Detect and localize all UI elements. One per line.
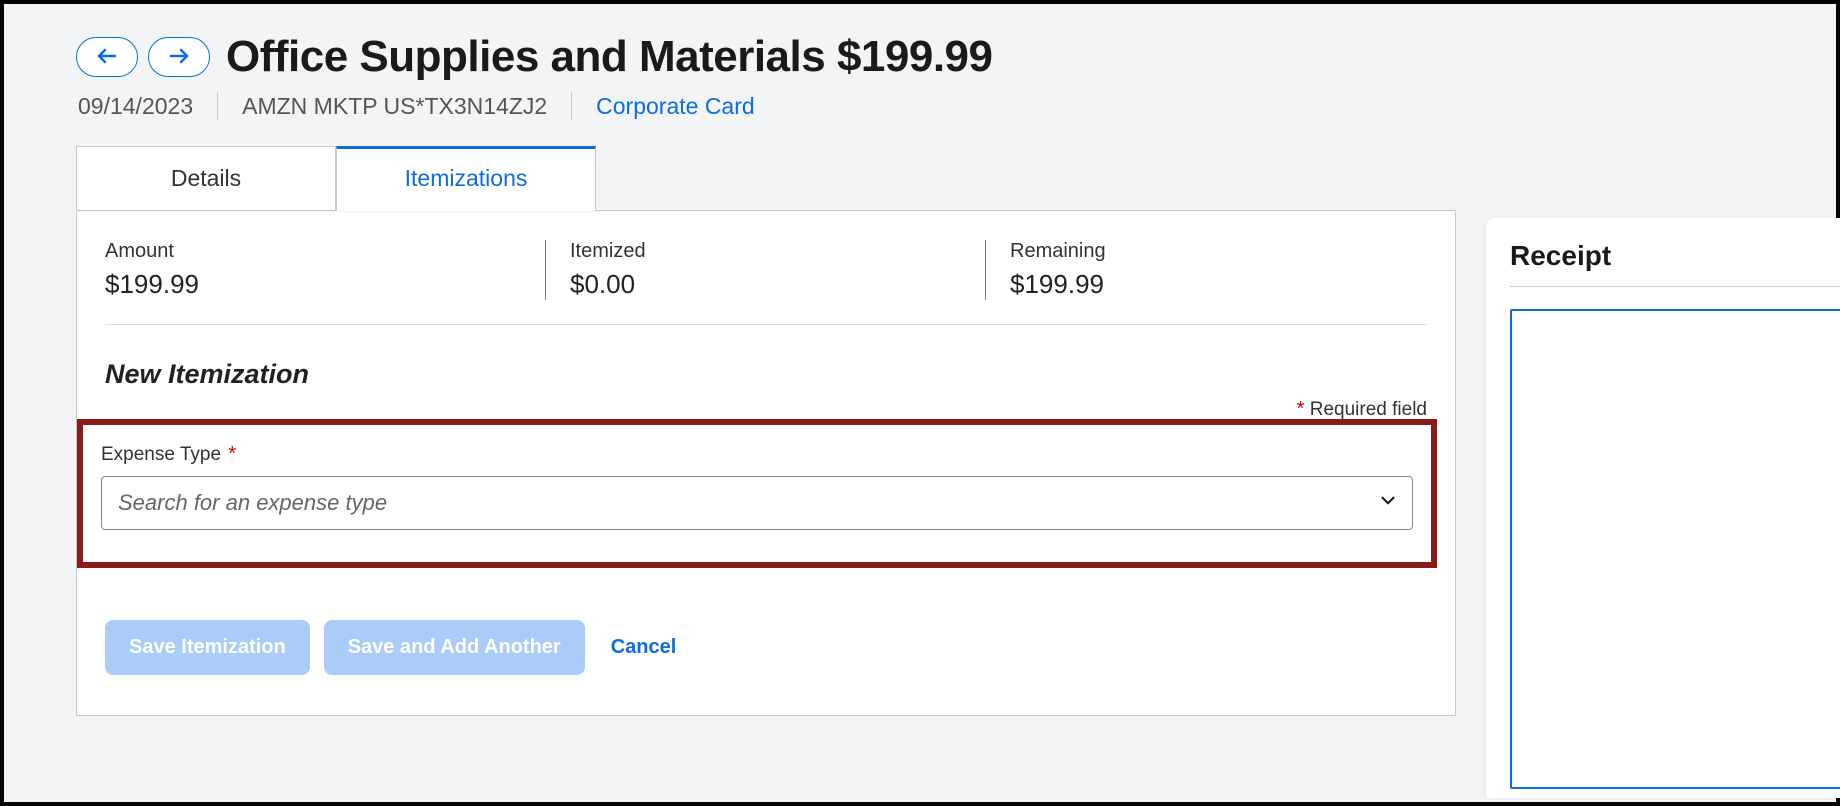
divider (217, 92, 218, 120)
prev-button[interactable] (76, 37, 138, 77)
expense-meta: 09/14/2023 AMZN MKTP US*TX3N14ZJ2 Corpor… (76, 92, 1840, 120)
summary-amount: Amount $199.99 (105, 240, 545, 300)
summary-itemized-value: $0.00 (570, 269, 945, 300)
page-title: Office Supplies and Materials $199.99 (226, 32, 993, 82)
arrow-left-icon (95, 44, 119, 71)
expense-merchant: AMZN MKTP US*TX3N14ZJ2 (242, 93, 547, 120)
required-legend-text: Required field (1310, 399, 1427, 420)
receipt-dropzone[interactable] (1510, 309, 1840, 789)
divider (571, 92, 572, 120)
summary-itemized: Itemized $0.00 (545, 240, 985, 300)
save-itemization-button[interactable]: Save Itemization (105, 620, 310, 675)
expense-type-input[interactable] (101, 476, 1413, 530)
summary-remaining: Remaining $199.99 (985, 240, 1146, 300)
summary-amount-label: Amount (105, 240, 505, 263)
next-button[interactable] (148, 37, 210, 77)
expense-type-highlight: Expense Type * (77, 419, 1437, 568)
expense-type-combo[interactable] (101, 476, 1413, 530)
receipt-panel: Receipt (1486, 218, 1840, 798)
summary-row: Amount $199.99 Itemized $0.00 Remaining … (105, 212, 1427, 325)
summary-itemized-label: Itemized (570, 240, 945, 263)
summary-amount-value: $199.99 (105, 269, 505, 300)
required-legend: * Required field (105, 398, 1427, 421)
expense-type-label: Expense Type * (101, 443, 1413, 466)
expense-type-label-text: Expense Type (101, 444, 221, 465)
tab-details[interactable]: Details (76, 146, 336, 211)
receipt-title: Receipt (1510, 240, 1840, 287)
tab-filler (596, 146, 1456, 211)
arrow-right-icon (167, 44, 191, 71)
summary-remaining-value: $199.99 (1010, 269, 1106, 300)
action-row: Save Itemization Save and Add Another Ca… (105, 620, 1427, 675)
cancel-button[interactable]: Cancel (599, 620, 701, 675)
payment-method-link[interactable]: Corporate Card (596, 93, 755, 120)
required-star-icon: * (1297, 398, 1305, 420)
tab-itemizations[interactable]: Itemizations (336, 146, 596, 211)
required-star-icon: * (228, 443, 236, 465)
save-add-another-button[interactable]: Save and Add Another (324, 620, 585, 675)
tabs: Details Itemizations (76, 146, 1456, 212)
section-heading: New Itemization (105, 359, 1427, 390)
expense-date: 09/14/2023 (78, 93, 193, 120)
tab-content: Amount $199.99 Itemized $0.00 Remaining … (76, 212, 1456, 716)
nav-buttons (76, 37, 210, 77)
summary-remaining-label: Remaining (1010, 240, 1106, 263)
